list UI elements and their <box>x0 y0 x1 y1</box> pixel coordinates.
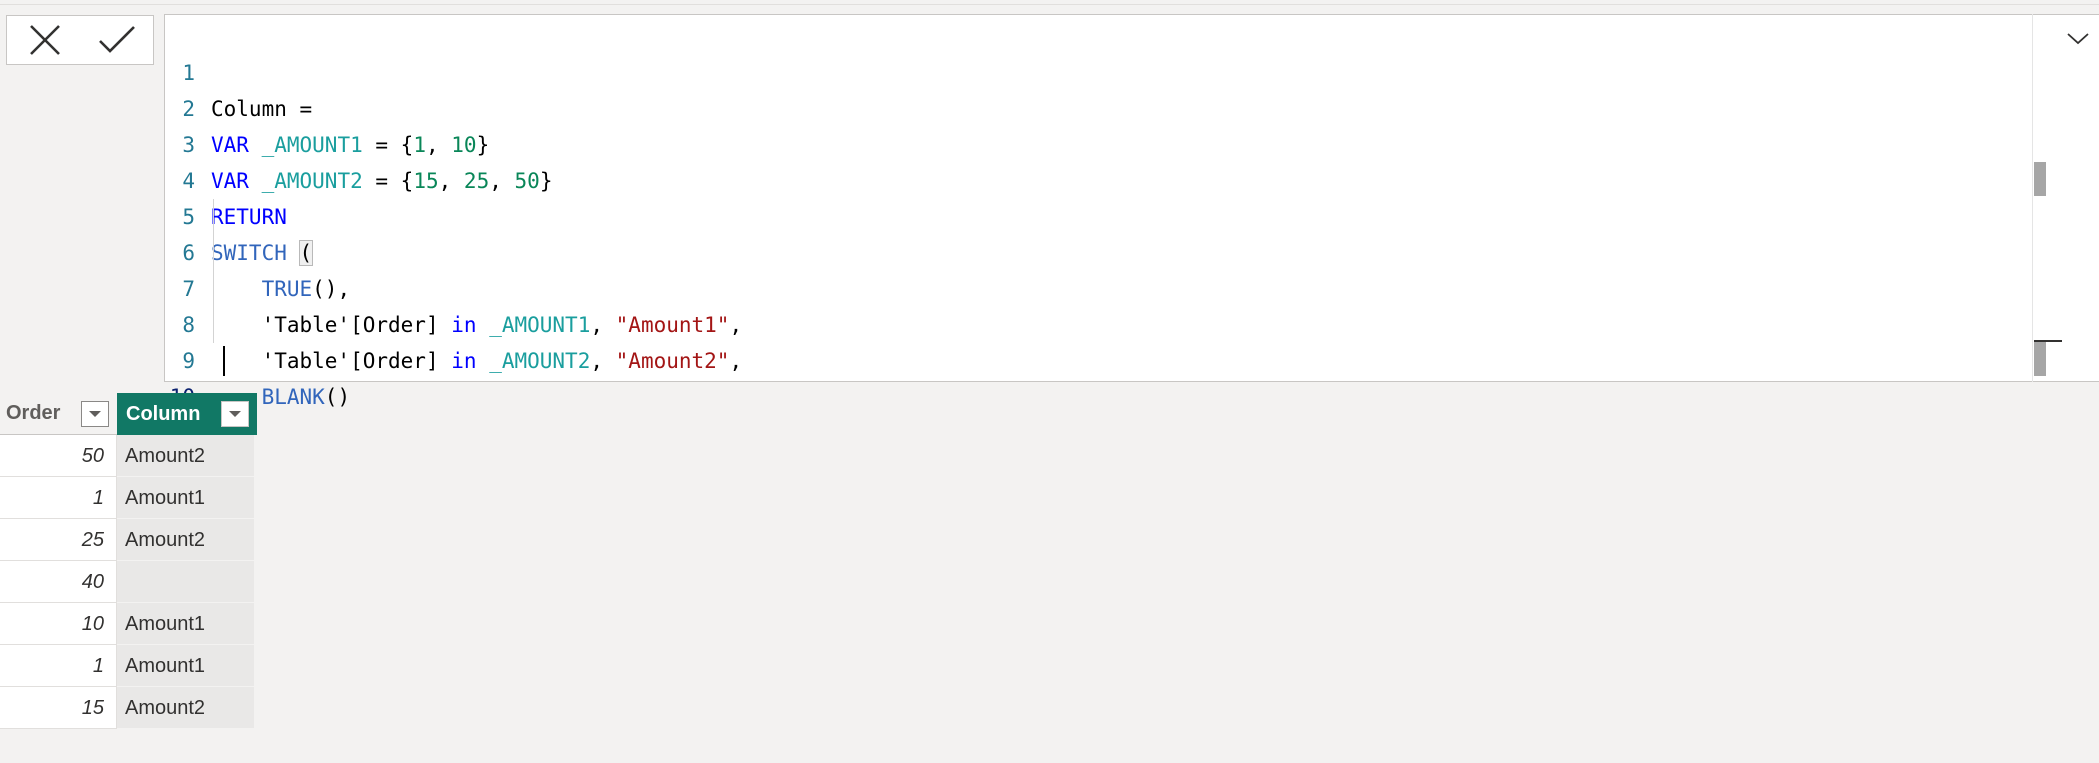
commit-formula-button[interactable] <box>89 16 145 64</box>
code-line-7: 7 'Table'[Order] in _AMOUNT1, "Amount1", <box>182 277 743 337</box>
order-cell[interactable]: 10 <box>0 603 117 645</box>
code-line-4: 4 RETURN <box>182 169 287 229</box>
code-line-9: 9 BLANK() <box>182 349 351 409</box>
column-header-order-label: Order <box>6 402 61 424</box>
dropdown-arrow-icon <box>89 411 101 417</box>
dropdown-arrow-icon <box>229 411 241 417</box>
order-cell[interactable]: 1 <box>0 477 117 519</box>
column-cell[interactable]: Amount1 <box>117 645 254 687</box>
code-line-2: 2 VAR _AMOUNT1 = {1, 10} <box>182 97 490 157</box>
table-row: 1 Amount1 <box>0 645 254 687</box>
filter-dropdown-column[interactable] <box>221 401 249 427</box>
column-cell[interactable] <box>117 561 254 603</box>
column-header-column-label: Column <box>126 402 201 425</box>
formula-actions <box>6 15 154 65</box>
column-cell[interactable]: Amount2 <box>117 687 254 729</box>
close-icon <box>30 25 60 55</box>
expand-formula-button[interactable] <box>2065 28 2091 48</box>
editor-scrollbar-position <box>2034 340 2046 376</box>
code-line-1: 1 Column = <box>182 61 313 121</box>
table-row: 25 Amount2 <box>0 519 254 561</box>
order-cell[interactable]: 50 <box>0 435 117 477</box>
order-cell[interactable]: 25 <box>0 519 117 561</box>
editor-scrollbar-thumb[interactable] <box>2034 162 2046 196</box>
editor-scrollbar-track <box>2032 14 2033 382</box>
column-header-order[interactable]: Order <box>0 393 117 435</box>
column-cell[interactable]: Amount1 <box>117 603 254 645</box>
top-divider <box>0 0 2099 5</box>
column-cell[interactable]: Amount1 <box>117 477 254 519</box>
column-cell[interactable]: Amount2 <box>117 435 254 477</box>
indent-guide <box>213 199 214 343</box>
order-cell[interactable]: 40 <box>0 561 117 603</box>
order-cell[interactable]: 15 <box>0 687 117 729</box>
dax-formula-editor[interactable]: 1 Column = 2 VAR _AMOUNT1 = {1, 10} 3 VA… <box>164 14 2099 446</box>
column-cell[interactable]: Amount2 <box>117 519 254 561</box>
matched-paren-open: ( <box>298 240 314 266</box>
cancel-formula-button[interactable] <box>17 16 73 64</box>
table-row: 10 Amount1 <box>0 603 254 645</box>
text-cursor <box>223 346 225 376</box>
code-line-10: 10 ) <box>165 343 225 446</box>
order-cell[interactable]: 1 <box>0 645 117 687</box>
table-row: 1 Amount1 <box>0 477 254 519</box>
checkmark-icon <box>99 26 135 53</box>
code-line-3: 3 VAR _AMOUNT2 = {15, 25, 50} <box>182 133 553 193</box>
code-line-8: 8 'Table'[Order] in _AMOUNT2, "Amount2", <box>182 313 743 373</box>
table-row: 15 Amount2 <box>0 687 254 729</box>
cursor-position-marker <box>2034 340 2062 342</box>
code-line-5: 5 SWITCH ( <box>182 205 314 266</box>
table-row: 50 Amount2 <box>0 435 254 477</box>
chevron-down-icon <box>2067 33 2089 45</box>
column-header-column[interactable]: Column <box>117 393 257 435</box>
table-row: 40 <box>0 561 254 603</box>
code-line-6: 6 TRUE(), <box>182 241 351 301</box>
filter-dropdown-order[interactable] <box>81 401 109 427</box>
